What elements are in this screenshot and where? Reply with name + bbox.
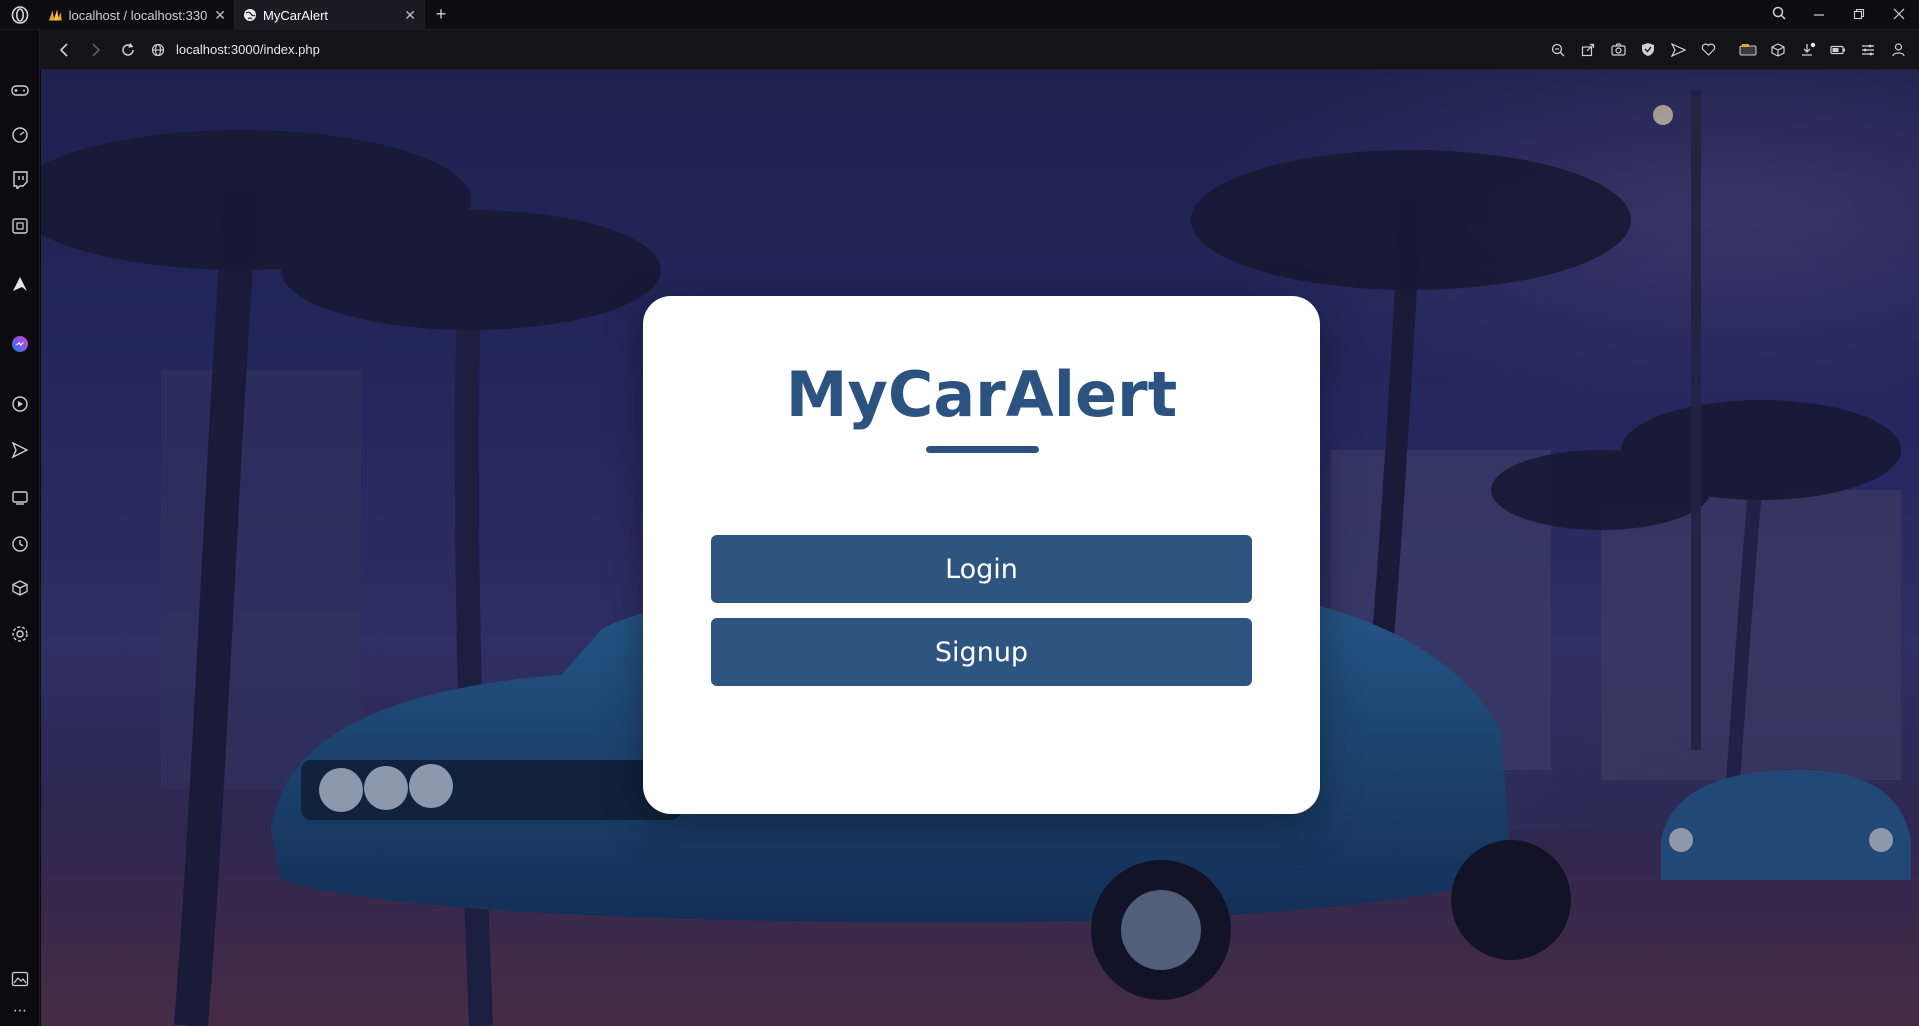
gamepad-icon[interactable] [8,78,32,102]
browser-window: localhost / localhost:3307 / ✕ MyCarAler… [0,0,1919,1026]
send-icon[interactable] [8,438,32,462]
url-field[interactable]: localhost:3000/index.php [176,42,320,57]
speed-dial-icon[interactable] [8,123,32,147]
aria-icon[interactable] [8,272,32,296]
player-icon[interactable] [8,392,32,416]
zoom-icon[interactable] [1545,37,1571,63]
tab-mycaralert[interactable]: MyCarAlert ✕ [235,0,425,30]
battery-icon[interactable] [1825,37,1851,63]
cube-icon[interactable] [8,576,32,600]
history-icon[interactable] [8,532,32,556]
page-viewport: MyCarAlert Login Signup [41,70,1919,1026]
restore-icon[interactable] [1839,7,1879,23]
share-icon[interactable] [1575,37,1601,63]
phpmyadmin-icon [48,9,62,21]
tab-title: MyCarAlert [263,7,329,23]
address-bar: localhost:3000/index.php [40,30,1919,70]
tab-close-icon[interactable]: ✕ [214,7,226,24]
more-icon[interactable]: ⋯ [8,998,32,1022]
close-window-icon[interactable] [1879,7,1919,23]
new-tab-button[interactable]: + [425,0,457,29]
welcome-card: MyCarAlert Login Signup [643,296,1320,814]
tab-close-icon[interactable]: ✕ [404,7,416,24]
back-arrow-icon [59,42,68,57]
extensions-icon[interactable] [8,214,32,238]
wallpaper-icon[interactable] [8,967,32,991]
profile-icon[interactable] [1885,37,1911,63]
minimize-icon[interactable] [1799,7,1839,23]
title-underline [926,446,1039,453]
page-title: MyCarAlert [785,358,1178,431]
download-icon[interactable] [1795,37,1821,63]
box-icon[interactable] [1765,37,1791,63]
forward-arrow-icon [92,42,101,57]
toolbar-right [1545,37,1911,63]
signup-button[interactable]: Signup [711,618,1252,686]
search-tabs-icon[interactable] [1759,6,1799,23]
wallet-icon[interactable] [1735,37,1761,63]
back-button[interactable] [48,36,80,64]
settings-icon[interactable] [8,622,32,646]
globe-icon [244,9,256,21]
browser-sidebar: ⋯ [0,30,40,1026]
browser-menu-button[interactable] [0,0,40,30]
reload-icon [122,42,134,56]
messenger-icon[interactable] [8,332,32,356]
heart-icon[interactable] [1695,37,1721,63]
tab-title: localhost / localhost:3307 / [68,7,209,23]
login-button[interactable]: Login [711,535,1252,603]
tab-strip: localhost / localhost:3307 / ✕ MyCarAler… [0,0,1919,30]
tabs-icon[interactable] [8,486,32,510]
reload-button[interactable] [112,36,144,64]
tab-phpmyadmin[interactable]: localhost / localhost:3307 / ✕ [40,0,235,30]
camera-icon[interactable] [1605,37,1631,63]
forward-button[interactable] [80,36,112,64]
window-controls [1759,0,1919,29]
site-info-icon[interactable] [144,43,172,57]
twitch-icon[interactable] [8,168,32,192]
shield-icon[interactable] [1635,37,1661,63]
easy-setup-icon[interactable] [1855,37,1881,63]
opera-logo-icon [11,6,29,24]
send-to-icon[interactable] [1665,37,1691,63]
